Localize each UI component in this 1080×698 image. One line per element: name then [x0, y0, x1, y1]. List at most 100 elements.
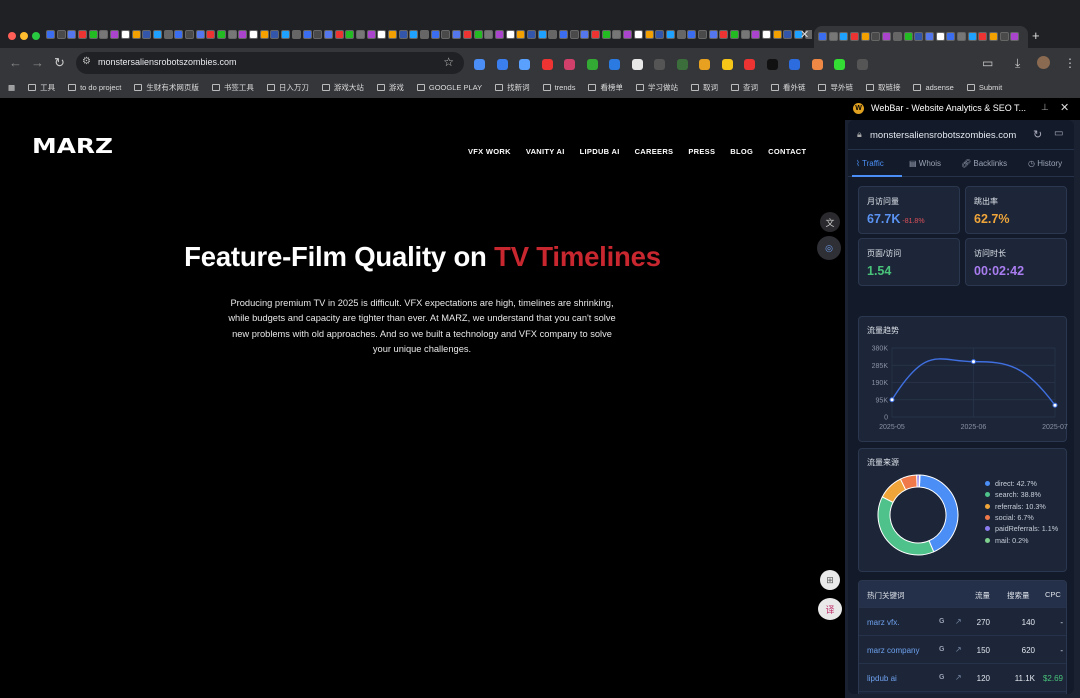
extension-icon[interactable]	[474, 59, 485, 71]
data-point[interactable]	[889, 397, 895, 403]
bookmark-item[interactable]: trends	[542, 78, 575, 98]
bookmark-item[interactable]: adsense	[913, 78, 954, 98]
star-icon[interactable]: ☆	[443, 55, 454, 69]
nav-link[interactable]: CONTACT	[768, 147, 806, 156]
extension-icon[interactable]	[654, 59, 665, 71]
tab-favicon-icon[interactable]	[818, 32, 827, 41]
close-tab-icon[interactable]: ✕	[800, 28, 809, 41]
extension-icon[interactable]	[586, 59, 598, 71]
tab-favicon-icon[interactable]	[217, 30, 226, 39]
tab-favicon-icon[interactable]	[612, 30, 622, 39]
bookmark-item[interactable]: 查词	[730, 78, 758, 98]
avatar[interactable]	[1037, 56, 1050, 69]
tab-favicon-icon[interactable]	[505, 30, 515, 39]
extension-icon[interactable]	[676, 59, 688, 71]
translate-page-icon[interactable]: 译	[818, 598, 842, 620]
tab-favicon-icon[interactable]	[730, 30, 739, 39]
tab-favicon-icon[interactable]	[537, 30, 547, 39]
tab-favicon-icon[interactable]	[783, 30, 793, 39]
tab-favicon-icon[interactable]	[882, 32, 892, 41]
tab-favicon-icon[interactable]	[719, 30, 729, 39]
tab-favicon-icon[interactable]	[452, 30, 462, 39]
tab-favicon-icon[interactable]	[946, 32, 956, 41]
tab-favicon-icon[interactable]	[623, 30, 633, 39]
bookmark-item[interactable]: Submit	[966, 78, 1002, 98]
pin-icon[interactable]: ⊥	[1041, 102, 1049, 113]
menu-icon[interactable]: ⋮	[1064, 56, 1076, 70]
data-point[interactable]	[971, 359, 976, 365]
bookmark-item[interactable]: to do project	[68, 78, 121, 98]
tab-favicon-icon[interactable]	[88, 30, 98, 39]
refresh-icon[interactable]: ↻	[1033, 128, 1042, 141]
apps-icon[interactable]: ▦	[8, 78, 15, 98]
google-icon[interactable]: G	[939, 674, 944, 681]
tab-favicon-icon[interactable]	[291, 30, 301, 39]
tab-favicon-icon[interactable]	[839, 32, 849, 41]
tab-favicon-icon[interactable]	[270, 30, 280, 39]
tab-favicon-icon[interactable]	[249, 30, 259, 39]
tab-favicon-icon[interactable]	[206, 30, 216, 39]
tab-favicon-icon[interactable]	[633, 30, 643, 39]
tab-favicon-icon[interactable]	[56, 30, 66, 39]
nav-link[interactable]: CAREERS	[635, 147, 674, 156]
close-panel-icon[interactable]: ✕	[1060, 101, 1069, 114]
tab-favicon-icon[interactable]	[708, 30, 718, 39]
bookmark-item[interactable]: 学习做站	[635, 78, 678, 98]
extension-icons[interactable]	[474, 56, 954, 72]
new-tab-icon[interactable]: +	[1032, 28, 1040, 43]
tab-favicon-icon[interactable]	[259, 30, 269, 39]
translate-icon[interactable]: 文	[820, 212, 840, 232]
zoom-window-button[interactable]	[32, 32, 40, 40]
pinned-tabs[interactable]	[46, 30, 812, 42]
tab-favicon-icon[interactable]	[174, 30, 184, 39]
tab-history[interactable]: ◷ History	[1028, 159, 1062, 168]
nav-link[interactable]: LIPDUB AI	[580, 147, 620, 156]
tab-favicon-icon[interactable]	[924, 32, 934, 41]
tab-favicon-icon[interactable]	[163, 30, 173, 39]
site-info-icon[interactable]: ⚙	[82, 56, 91, 67]
tab-favicon-icon[interactable]	[67, 30, 77, 39]
tab-favicon-icon[interactable]	[355, 30, 365, 39]
url-text[interactable]: monstersaliensrobotszombies.com	[98, 57, 237, 67]
extension-icon[interactable]	[811, 59, 823, 71]
tab-favicon-icon[interactable]	[580, 30, 590, 39]
minimize-window-button[interactable]	[20, 32, 28, 40]
extension-icon[interactable]	[541, 59, 553, 71]
tab-favicon-icon[interactable]	[398, 30, 408, 39]
tab-favicon-icon[interactable]	[569, 30, 579, 39]
tab-favicon-icon[interactable]	[999, 32, 1009, 41]
keyword-link[interactable]: lipdub ai	[867, 674, 897, 683]
extension-icon[interactable]	[766, 59, 778, 71]
tab-favicon-icon[interactable]	[676, 30, 686, 39]
tab-favicon-icon[interactable]	[762, 30, 772, 39]
tab-favicon-icon[interactable]	[871, 32, 881, 41]
tab-favicon-icon[interactable]	[110, 30, 120, 39]
tab-backlinks[interactable]: 🔗︎ Backlinks	[961, 159, 1007, 168]
keyword-link[interactable]: marz company	[867, 646, 919, 655]
tab-favicon-icon[interactable]	[989, 32, 998, 41]
tab-favicon-icon[interactable]	[120, 30, 130, 39]
tab-favicon-icon[interactable]	[740, 30, 750, 39]
donut-slice[interactable]	[877, 496, 935, 556]
tab-favicon-icon[interactable]	[473, 30, 483, 39]
tab-favicon-icon[interactable]	[914, 32, 924, 41]
extension-icon[interactable]	[834, 59, 845, 71]
tab-favicon-icon[interactable]	[131, 30, 141, 39]
tab-favicon-icon[interactable]	[366, 30, 376, 39]
bookmark-item[interactable]: 生财有术网页版	[134, 78, 199, 98]
tab-favicon-icon[interactable]	[516, 30, 526, 39]
bookmark-item[interactable]: 取链接	[865, 78, 900, 98]
nav-link[interactable]: VFX WORK	[468, 147, 511, 156]
bookmark-item[interactable]: 导外链	[818, 78, 853, 98]
tab-favicon-icon[interactable]	[1010, 32, 1020, 41]
tab-favicon-icon[interactable]	[548, 30, 558, 39]
download-icon[interactable]: ⤓	[1015, 56, 1020, 71]
assistant-icon[interactable]: ◎	[817, 236, 841, 260]
bookmark-item[interactable]: 书签工具	[211, 78, 254, 98]
bookmark-item[interactable]: 日入万刀	[266, 78, 309, 98]
trend-icon[interactable]: ↗	[955, 645, 962, 654]
extension-icon[interactable]	[789, 59, 800, 71]
extension-icon[interactable]	[744, 59, 755, 71]
tab-favicon-icon[interactable]	[78, 30, 88, 39]
tab-favicon-icon[interactable]	[978, 32, 988, 41]
